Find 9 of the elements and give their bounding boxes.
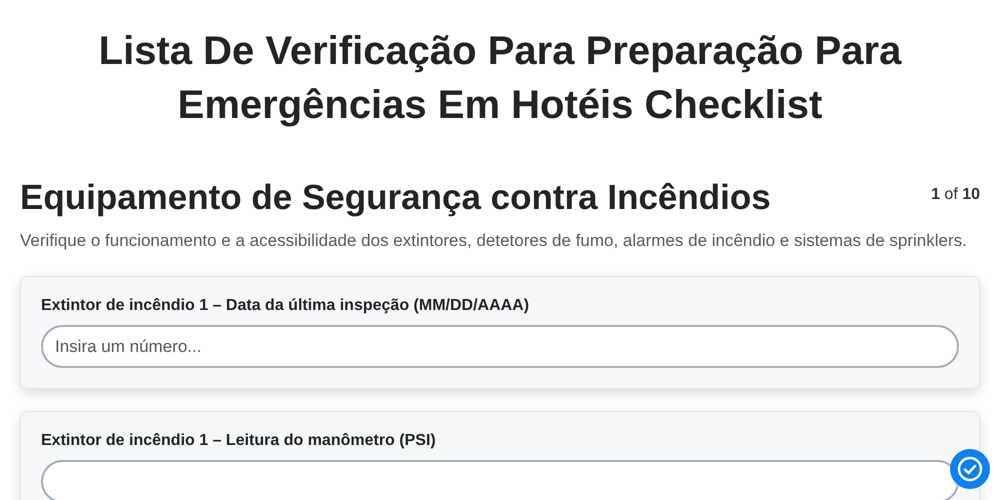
section-heading: Equipamento de Segurança contra Incêndios <box>20 177 771 219</box>
question-label: Extintor de incêndio 1 – Data da última inspeção (MM/DD/AAAA) <box>41 297 530 315</box>
input-field[interactable] <box>41 460 959 500</box>
input-field[interactable]: Insira um número... <box>41 325 959 368</box>
page-title: Lista De Verificação Para Preparação Para Emergências Em Hotéis Checklist <box>98 28 903 129</box>
section-description: Verifique o funcionamento e a acessibilidade dos extintores, detetores de fumo, alarmes de incêndio e sistemas de sprinklers. <box>20 230 968 252</box>
page-counter: 1 of 10 <box>931 186 980 204</box>
check-circle-icon <box>957 456 983 482</box>
question-label: Extintor de incêndio 1 – Leitura do manômetro (PSI) <box>41 432 437 450</box>
